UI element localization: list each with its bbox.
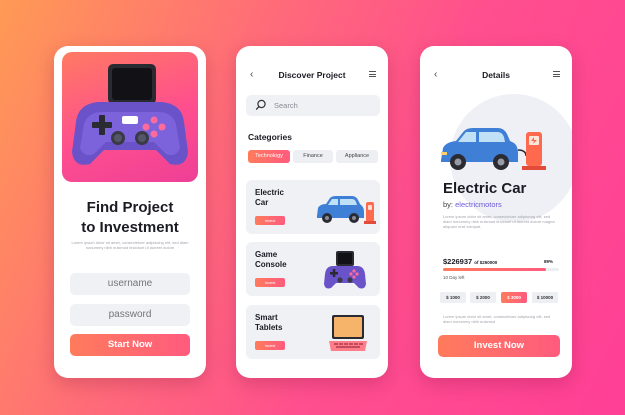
author-line: by: electricmotors [443,200,502,209]
invest-button[interactable]: Invest [255,341,285,350]
amount-option-2000[interactable]: $ 2000 [470,292,496,303]
categories-heading: Categories [248,132,292,142]
project-title-line-2: Console [255,260,287,269]
laptop-icon [329,315,367,351]
project-title-line-2: Tablets [255,323,283,332]
category-chip-technology[interactable]: Technology [248,150,290,163]
game-controller-icon [72,64,188,165]
funding-progress-bar [443,268,559,271]
amount-option-3000[interactable]: $ 3000 [501,292,527,303]
hamburger-menu-icon[interactable] [553,71,560,77]
password-field[interactable] [70,304,190,326]
chevron-left-icon[interactable]: ‹ [250,68,253,82]
project-card-game-console[interactable]: Game Console Invest [246,242,380,296]
search-input[interactable]: Search [246,95,380,116]
hero-illustration [62,52,198,182]
search-icon [255,99,266,110]
project-title-line-2: Car [255,198,269,207]
chevron-left-icon[interactable]: ‹ [434,68,437,82]
login-screen: Find Project to Investment Lorem ipsum d… [54,46,206,378]
invest-button[interactable]: Invest [255,216,285,225]
project-title: Electric Car [255,188,284,208]
category-chip-appliance[interactable]: Appliance [336,150,378,163]
raised-value: $226937 [443,257,473,266]
screen-title: Discover Project [278,70,346,80]
title-line-1: Find Project [86,199,174,216]
project-title: Smart Tablets [255,313,282,333]
username-field[interactable] [70,273,190,295]
goal-value: of $250000 [474,260,498,265]
footer-text: Lorem ipsum dolor sit amet, consectetuer… [443,314,551,324]
details-screen: ‹ Details Electric Car by: electricmotor… [420,46,572,378]
search-placeholder: Search [274,101,298,110]
raised-amount: $226937 of $250000 [443,257,497,266]
progress-percent: 89% [544,259,554,264]
header: ‹ Discover Project [236,68,388,82]
author-link[interactable]: electricmotors [455,200,502,209]
electric-car-icon [441,128,546,170]
progress-fill [443,268,547,271]
amount-option-10000[interactable]: $ 10000 [532,292,558,303]
page-title: Find Project to Investment [54,198,206,238]
project-card-smart-tablets[interactable]: Smart Tablets Invest [246,305,380,359]
hamburger-menu-icon[interactable] [369,71,376,77]
project-card-electric-car[interactable]: Electric Car Invest [246,180,380,234]
amount-option-1000[interactable]: $ 1000 [440,292,466,303]
invest-button[interactable]: Invest [255,278,285,287]
header: ‹ Details [420,68,572,82]
start-now-button[interactable]: Start Now [70,334,190,356]
screen-title: Details [482,70,510,80]
game-console-icon [324,251,366,289]
days-left: 10 Day left [443,275,465,280]
description-text: Lorem ipsum dolor sit amet, consectetuer… [71,240,189,250]
title-line-2: to Investment [81,219,179,236]
category-chip-finance[interactable]: Finance [293,150,333,163]
invest-now-button[interactable]: Invest Now [438,335,560,357]
description-text: Lorem ipsum dolor sit amet, consectetuer… [443,214,555,229]
electric-car-icon [317,196,376,224]
project-title-line-1: Electric [255,188,284,197]
discover-screen: ‹ Discover Project Search Categories Tec… [236,46,388,378]
by-prefix: by: [443,200,454,209]
project-title-line-1: Smart [255,313,278,322]
project-title: Game Console [255,250,287,270]
project-title-line-1: Game [255,250,278,259]
project-title: Electric Car [443,180,527,197]
